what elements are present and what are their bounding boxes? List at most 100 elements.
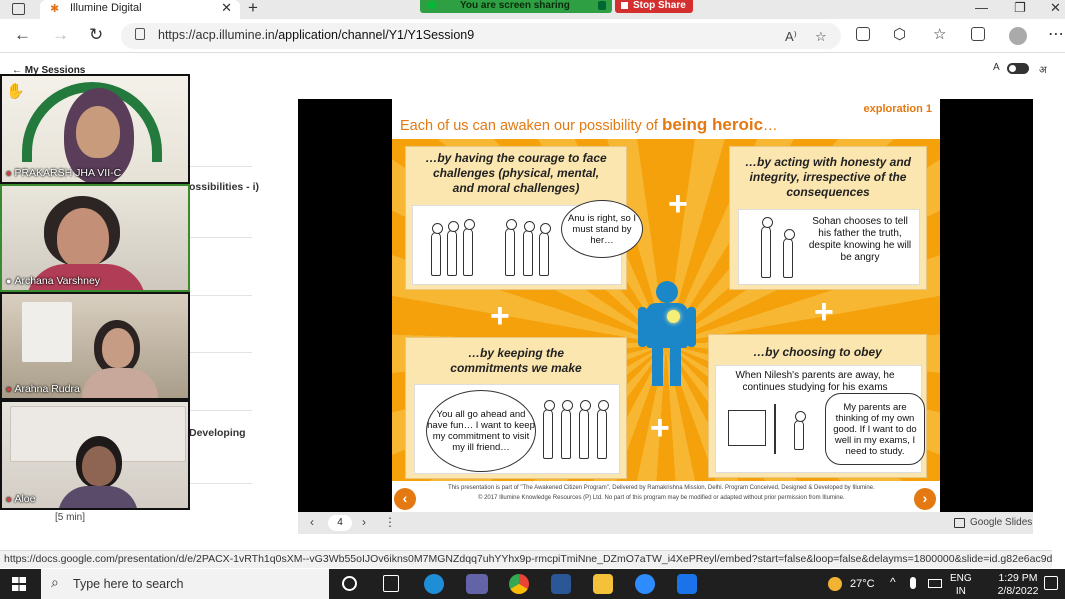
language-switch[interactable]: [1007, 63, 1029, 74]
person-figure: [561, 400, 573, 459]
participant-face: [102, 328, 134, 368]
list-divider: [190, 483, 252, 484]
session-item-2[interactable]: Developing: [189, 427, 246, 439]
slides-menu-icon[interactable]: ⋮: [384, 515, 396, 529]
browser-toolbar: ← → ↻ https://acp.illumine.in/applicatio…: [0, 19, 1065, 53]
cortana-icon[interactable]: [342, 576, 357, 591]
task-view-icon[interactable]: [383, 575, 399, 592]
tab-actions-icon[interactable]: [12, 3, 25, 15]
stop-share-button[interactable]: Stop Share: [615, 0, 693, 13]
slides-control-bar: ‹ 4 › ⋮ Google Slides: [298, 512, 1033, 534]
forward-arrow-icon[interactable]: →: [52, 25, 69, 45]
edge-taskbar-icon[interactable]: [424, 574, 444, 594]
hero-head: [656, 281, 678, 303]
app-taskbar-icon[interactable]: [677, 574, 697, 594]
participant-video-tile[interactable]: ● Archana Varshney: [0, 184, 190, 292]
tab-close-icon[interactable]: ✕: [221, 0, 232, 16]
favorite-star-icon[interactable]: ☆: [815, 29, 827, 45]
plus-sign: +: [650, 409, 670, 447]
next-slide-button[interactable]: ›: [362, 515, 366, 529]
person-figure: [597, 400, 609, 459]
more-menu-icon[interactable]: ⋯: [1048, 24, 1064, 44]
browser-tab-bar: ✱ Illumine Digital ✕ + You are screen sh…: [0, 0, 1065, 19]
panel-caption: When Nilesh's parents are away, he conti…: [735, 370, 895, 393]
slide-next-icon[interactable]: ›: [914, 488, 936, 510]
sharing-status: You are screen sharing: [460, 0, 570, 11]
tab-collections-icon[interactable]: [971, 27, 985, 41]
chrome-taskbar-icon[interactable]: [509, 574, 529, 594]
favorites-list-icon[interactable]: ☆: [933, 25, 946, 43]
courage-panel: …by having the courage to face challenge…: [405, 146, 643, 290]
hero-body: [646, 303, 688, 348]
cupboard-drawing: [728, 410, 766, 446]
minimize-button[interactable]: —: [975, 0, 988, 15]
father-figure: [761, 217, 773, 278]
close-window-button[interactable]: ✕: [1050, 0, 1061, 16]
maximize-button[interactable]: ❐: [1014, 0, 1026, 16]
new-tab-button[interactable]: +: [248, 0, 258, 18]
screen-sharing-banner: You are screen sharing: [420, 0, 612, 13]
weather-sun-icon[interactable]: [828, 577, 842, 591]
panel-heading: …by choosing to obey: [753, 345, 882, 359]
word-taskbar-icon[interactable]: [551, 574, 571, 594]
file-explorer-icon[interactable]: [593, 574, 613, 594]
session-item-1[interactable]: ossibilities - i): [189, 181, 259, 193]
profile-avatar[interactable]: [1009, 27, 1027, 45]
footer-line-2: © 2017 Illumine Knowledge Resources (P) …: [478, 495, 845, 501]
muted-mic-icon: ●: [6, 168, 12, 178]
participant-clothing: [58, 486, 138, 508]
participant-video-tile[interactable]: ● Aloe: [0, 400, 190, 510]
teams-taskbar-icon[interactable]: [466, 574, 488, 594]
participant-video-tile[interactable]: ● PRAKARSH JHA VII-C: [0, 74, 190, 184]
participant-video-tile[interactable]: ● Arahna Rudra: [0, 292, 190, 400]
presentation-slide: exploration 1 Each of us can awaken our …: [392, 99, 940, 512]
windows-taskbar: ⌕ Type here to search 27°C ^ ENG IN 1:29 …: [0, 569, 1065, 599]
show-hidden-icons[interactable]: ^: [890, 575, 896, 589]
hero-leg: [652, 346, 663, 386]
zoom-taskbar-icon[interactable]: [635, 574, 655, 594]
panel-caption: Sohan chooses to tell his father the tru…: [808, 216, 912, 263]
thought-bubble: My parents are thinking of my own good. …: [825, 393, 925, 465]
address-bar[interactable]: https://acp.illumine.in/application/chan…: [121, 23, 841, 49]
slide-number[interactable]: 4: [328, 515, 352, 531]
language-toggle[interactable]: A अ: [993, 62, 1047, 76]
list-divider: [190, 410, 252, 411]
read-aloud-icon[interactable]: A⁾: [785, 29, 797, 45]
refresh-icon[interactable]: ↻: [89, 25, 103, 45]
hero-leg: [670, 346, 681, 386]
mic-icon: ●: [6, 276, 12, 286]
network-icon[interactable]: [928, 579, 942, 588]
taskbar-search-box[interactable]: ⌕ Type here to search: [41, 569, 329, 599]
temperature[interactable]: 27°C: [850, 578, 875, 590]
collections-icon[interactable]: [856, 27, 870, 41]
search-placeholder: Type here to search: [73, 577, 184, 591]
inner-light-icon: [667, 310, 680, 323]
raised-hand-icon: ✋: [6, 83, 25, 100]
google-slides-link[interactable]: Google Slides: [970, 517, 1032, 528]
microphone-icon[interactable]: [910, 577, 916, 589]
windows-start-icon[interactable]: [12, 577, 26, 591]
link-status-bar: https://docs.google.com/presentation/d/e…: [0, 550, 1052, 568]
extensions-icon[interactable]: ⬡: [893, 25, 906, 43]
slide-prev-icon[interactable]: ‹: [394, 488, 416, 510]
search-icon: ⌕: [51, 574, 59, 590]
student-figure: [794, 411, 806, 450]
person-figure: [543, 400, 555, 459]
participant-name: ● Archana Varshney: [6, 275, 101, 287]
plus-sign: +: [490, 297, 510, 335]
google-slides-icon[interactable]: [954, 518, 965, 528]
lang-english-label: A: [993, 62, 1000, 73]
participant-clothing: [82, 368, 158, 398]
muted-mic-icon: ●: [6, 384, 12, 394]
muted-mic-icon: ●: [6, 494, 12, 504]
previous-slide-button[interactable]: ‹: [310, 515, 314, 529]
notifications-icon[interactable]: [1044, 576, 1058, 590]
hero-arm: [687, 307, 696, 347]
browser-tab[interactable]: ✱ Illumine Digital ✕: [40, 0, 240, 19]
clock[interactable]: 1:29 PM 2/8/2022: [990, 572, 1046, 598]
input-language[interactable]: ENG IN: [950, 572, 972, 598]
session-duration: [5 min]: [55, 512, 86, 523]
illumine-favicon-icon: ✱: [50, 3, 60, 15]
back-arrow-icon[interactable]: ←: [14, 25, 31, 45]
stop-icon: [621, 2, 628, 9]
